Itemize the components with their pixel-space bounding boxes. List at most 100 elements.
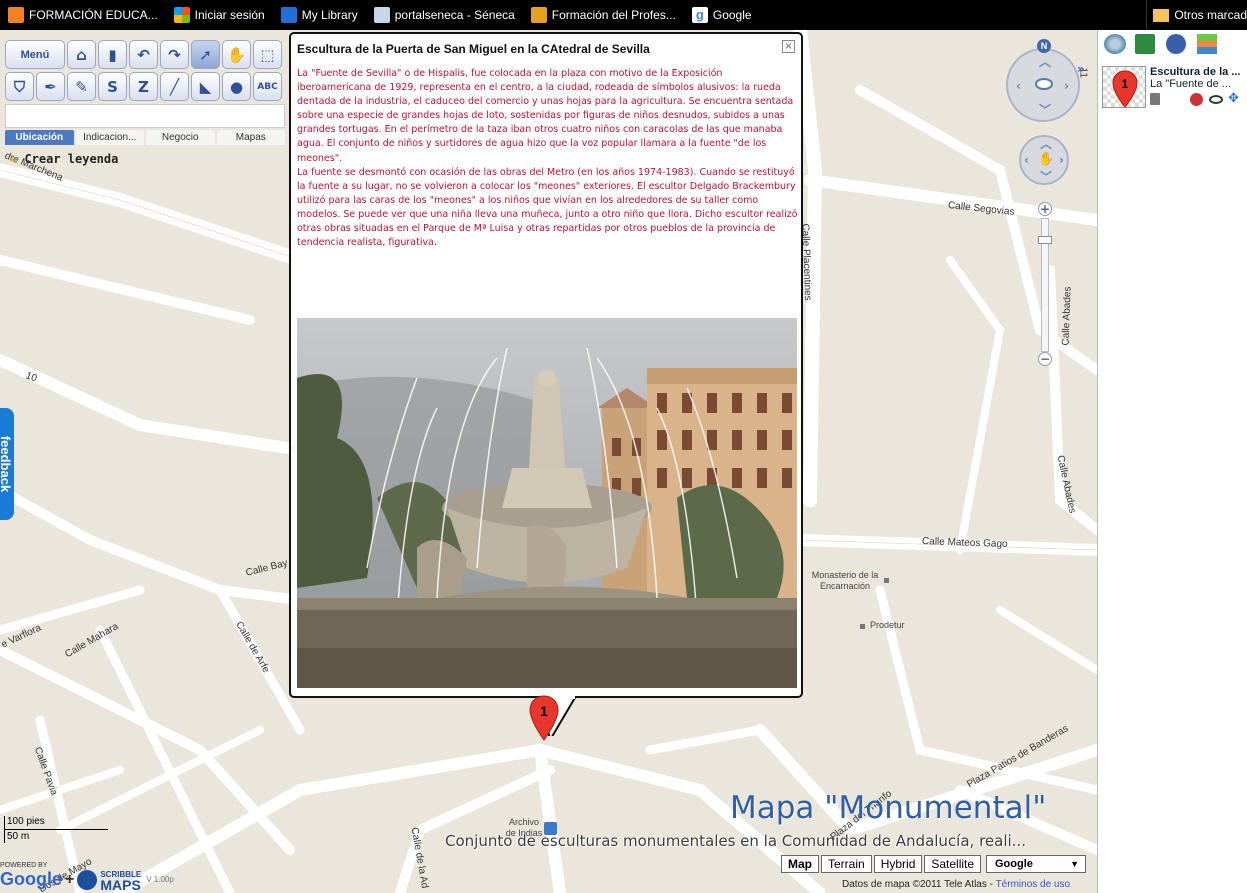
formacion-icon — [8, 7, 24, 23]
zoom-box-button[interactable]: ⬚ — [253, 40, 282, 69]
polygon-button[interactable]: ◣ — [191, 72, 220, 101]
polyline-button[interactable]: Z — [129, 72, 158, 101]
bookmarks-bar: FORMACIÓN EDUCA... Iniciar sesión My Lib… — [0, 0, 1247, 30]
paint-bucket-icon: ⛉ — [13, 77, 26, 96]
search-input[interactable] — [5, 104, 285, 128]
layer-description: La "Fuente de ... — [1150, 78, 1231, 90]
map-title: Mapa "Monumental" — [730, 790, 1047, 826]
pen-button[interactable]: ✒ — [36, 72, 65, 101]
map-canvas[interactable]: dre Marchena Calle Placentines Calle Seg… — [0, 30, 1097, 893]
provider-select[interactable]: Google ▼ — [986, 855, 1086, 873]
add-marker-button[interactable] — [1104, 34, 1128, 56]
hand-icon: ✋ — [1038, 152, 1055, 167]
pencil-icon: ✏ — [10, 151, 19, 167]
zoom-in-button[interactable]: + — [1038, 202, 1052, 216]
home-button[interactable]: ⌂ — [67, 40, 96, 69]
add-style-button[interactable] — [1166, 34, 1190, 56]
pan-control[interactable]: ︿ ‹ › ﹀ ✋ — [1019, 135, 1069, 185]
rotate-control[interactable]: ︿ ‹ › ﹀ — [1006, 48, 1080, 122]
map-type-satellite[interactable]: Satellite — [924, 855, 982, 873]
circle-button[interactable]: ● — [222, 72, 251, 101]
undo-button[interactable]: ↶ — [129, 40, 158, 69]
add-group-button[interactable] — [1197, 34, 1221, 56]
collapse-panel-button[interactable]: » — [1077, 62, 1093, 78]
zoom-box-icon: ⬚ — [260, 45, 275, 64]
info-window-title: Escultura de la Puerta de San Miguel en … — [297, 42, 650, 56]
fill-button[interactable]: ⛉ — [5, 72, 34, 101]
save-button[interactable]: ▮ — [98, 40, 127, 69]
info-window-description: La "Fuente de Sevilla" o de Hispalis, fu… — [297, 67, 799, 250]
line-button[interactable]: ╱ — [160, 72, 189, 101]
street-label: Calle Abades — [1060, 286, 1074, 346]
map-type-hybrid[interactable]: Hybrid — [873, 855, 923, 873]
scribble-maps-logo[interactable]: SCRIBBLE MAPS — [100, 870, 141, 892]
terms-link[interactable]: Términos de uso — [996, 879, 1070, 890]
text-icon: ABC — [257, 81, 278, 92]
pen-icon: ✒ — [44, 77, 57, 96]
map-type-map[interactable]: Map — [781, 855, 819, 873]
close-button[interactable]: × — [782, 40, 795, 53]
layers-icon — [1197, 34, 1217, 54]
polyline-icon: Z — [138, 77, 149, 96]
add-layer-icon — [1104, 34, 1126, 54]
google-icon: g — [691, 7, 708, 23]
undo-icon: ↶ — [137, 45, 150, 64]
tab-mapas[interactable]: Mapas — [216, 130, 285, 145]
bookmark-formacion-profes[interactable]: Formación del Profes... — [523, 0, 684, 30]
layer-title: Escultura de la ... — [1150, 66, 1241, 78]
pan-down-icon: ﹀ — [1040, 170, 1053, 184]
book-icon: ▮ — [108, 45, 117, 64]
menu-button[interactable]: Menú — [5, 40, 65, 69]
bookmark-my-library[interactable]: My Library — [273, 0, 366, 30]
svg-text:1: 1 — [540, 703, 548, 719]
poi-monasterio[interactable]: Monasterio de la Encarnación — [810, 570, 880, 592]
freehand-button[interactable]: S — [98, 72, 127, 101]
zoom-handle[interactable] — [1038, 236, 1052, 244]
bookmark-google[interactable]: g Google — [684, 0, 760, 30]
zoom-slider[interactable]: + − — [1038, 202, 1052, 370]
no-entry-icon[interactable] — [1190, 93, 1203, 106]
marker-pen-icon: ✎ — [75, 77, 88, 96]
pan-button[interactable]: ✋ — [222, 40, 251, 69]
tab-negocio[interactable]: Negocio — [146, 130, 215, 145]
north-button[interactable]: N — [1037, 39, 1051, 53]
excel-export-button[interactable] — [1135, 34, 1159, 56]
layer-item[interactable]: 1 Escultura de la ... La "Fuente de ... … — [1102, 66, 1246, 112]
poi-prodetur[interactable]: Prodetur — [870, 620, 905, 631]
bookmark-otros-marcadores[interactable]: Otros marcad — [1146, 0, 1247, 30]
eye-icon — [1035, 78, 1053, 90]
move-icon[interactable]: ✥ — [1228, 91, 1239, 106]
zoom-out-button[interactable]: − — [1038, 352, 1052, 366]
redo-button[interactable]: ↷ — [160, 40, 189, 69]
redo-icon: ↷ — [168, 45, 181, 64]
scale-bar: 100 pies 50 m — [4, 816, 108, 843]
scale-feet: 100 pies — [4, 816, 108, 830]
bookmark-iniciar-sesion[interactable]: Iniciar sesión — [166, 0, 273, 30]
map-marker-icon: 1 — [1112, 70, 1138, 108]
text-button[interactable]: ABC — [253, 72, 282, 101]
eye-icon[interactable] — [1209, 95, 1223, 104]
feedback-tab[interactable]: feedback — [0, 408, 14, 520]
google-logo[interactable]: Google — [0, 869, 62, 890]
fountain-photo — [297, 318, 797, 688]
poi-dot-icon — [884, 578, 889, 583]
bookmark-formacion[interactable]: FORMACIÓN EDUCA... — [0, 0, 166, 30]
description-paragraph: La fuente se desmontó con ocasión de las… — [297, 166, 798, 249]
marker-pen-button[interactable]: ✎ — [67, 72, 96, 101]
bookmark-portalseneca[interactable]: portalseneca - Séneca — [366, 0, 523, 30]
map-marker[interactable]: 1 — [529, 695, 559, 741]
chevron-down-icon: ﹀ — [1039, 103, 1052, 117]
windows-icon — [173, 7, 190, 23]
formacion-profes-icon — [530, 7, 547, 23]
tab-ubicacion[interactable]: Ubicación — [5, 130, 74, 145]
style-icon — [1166, 34, 1186, 54]
create-legend-button[interactable]: ✏ Crear leyenda — [10, 151, 118, 167]
map-type-terrain[interactable]: Terrain — [821, 855, 872, 873]
map-copyright: Datos de mapa ©2011 Tele Atlas - Término… — [842, 879, 1071, 890]
chevron-left-icon: ‹ — [1016, 79, 1021, 93]
trash-icon[interactable] — [1150, 93, 1160, 105]
map-type-control: Map Terrain Hybrid Satellite — [781, 855, 982, 873]
chevron-up-icon: ︿ — [1039, 55, 1052, 69]
tab-indicaciones[interactable]: Indicacion... — [75, 130, 144, 145]
select-button[interactable]: ➚ — [191, 40, 220, 69]
